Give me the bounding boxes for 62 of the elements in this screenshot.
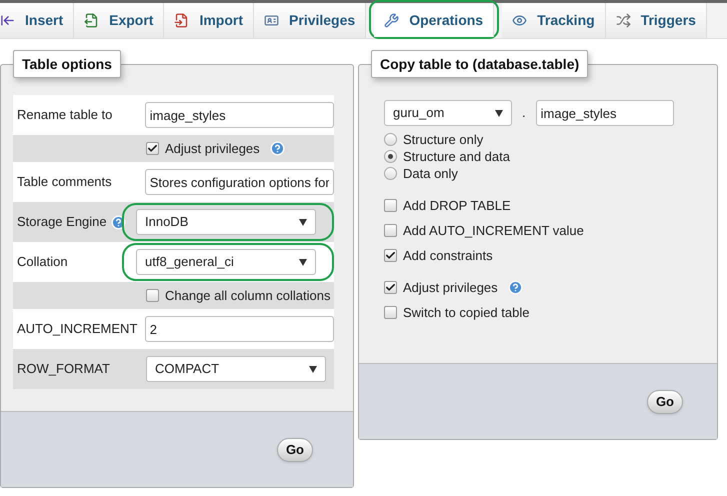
arrow-into-line-icon bbox=[0, 13, 15, 28]
dropdown-triangle-icon bbox=[299, 258, 307, 266]
field-label: Storage Engine bbox=[17, 213, 107, 232]
panel-heading: Copy table to (database.table) bbox=[371, 50, 588, 78]
checkbox[interactable] bbox=[146, 289, 159, 302]
dropdown[interactable]: COMPACT bbox=[146, 356, 326, 382]
checkbox-label: Adjust privileges bbox=[403, 278, 498, 297]
dropdown[interactable]: utf8_general_ci bbox=[136, 249, 316, 275]
tab[interactable]: Tracking bbox=[502, 3, 606, 38]
table-name-field[interactable]: image_styles bbox=[536, 100, 674, 126]
id-card-icon bbox=[264, 13, 280, 28]
checkbox[interactable] bbox=[384, 249, 397, 262]
dropdown-triangle-icon bbox=[495, 110, 503, 116]
checkmark-icon bbox=[147, 143, 158, 154]
database-dropdown[interactable]: guru_om bbox=[384, 100, 512, 126]
separator-dot: . bbox=[522, 104, 526, 122]
checkbox[interactable] bbox=[146, 142, 159, 155]
eye-icon bbox=[512, 13, 528, 28]
tab[interactable]: Privileges bbox=[254, 3, 366, 38]
dropdown-triangle-icon bbox=[299, 218, 307, 226]
checkbox-label: Add AUTO_INCREMENT value bbox=[403, 222, 584, 240]
go-button[interactable]: Go bbox=[276, 438, 313, 462]
shuffle-arrows-icon bbox=[616, 13, 631, 28]
checkbox[interactable] bbox=[384, 306, 397, 319]
checkbox-label: Add DROP TABLE bbox=[403, 196, 511, 215]
checkbox-label: Adjust privileges bbox=[165, 140, 260, 158]
radio-label: Structure and data bbox=[403, 148, 510, 166]
field-label: Table comments bbox=[17, 173, 112, 192]
tab[interactable]: Export bbox=[74, 3, 164, 38]
tab[interactable]: Insert bbox=[0, 3, 74, 38]
panel-heading: Table options bbox=[13, 50, 121, 78]
dropdown-triangle-icon bbox=[309, 366, 317, 372]
text-field[interactable]: 2 bbox=[144, 316, 334, 342]
checkmark-icon bbox=[385, 250, 396, 261]
radio-button[interactable] bbox=[384, 167, 397, 180]
checkbox[interactable] bbox=[384, 224, 397, 237]
help-icon[interactable] bbox=[508, 280, 523, 295]
field-label: ROW_FORMAT bbox=[17, 360, 110, 378]
checkbox[interactable] bbox=[384, 281, 397, 294]
field-label: Collation bbox=[17, 253, 68, 272]
field-label: AUTO_INCREMENT bbox=[17, 320, 138, 338]
dropdown[interactable]: InnoDB bbox=[136, 209, 316, 235]
field-label: Rename table to bbox=[17, 106, 112, 124]
go-button[interactable]: Go bbox=[646, 390, 683, 414]
radio-button[interactable] bbox=[384, 133, 397, 146]
checkmark-icon bbox=[385, 282, 396, 293]
document-arrow-icon bbox=[84, 13, 100, 28]
radio-label: Structure only bbox=[403, 130, 484, 149]
wrench-icon bbox=[384, 13, 400, 28]
help-icon[interactable] bbox=[270, 141, 285, 156]
tab[interactable]: Operations bbox=[374, 4, 494, 37]
checkbox-label: Add constraints bbox=[403, 246, 493, 265]
checkbox[interactable] bbox=[384, 199, 397, 212]
checkbox-label: Change all column collations bbox=[165, 286, 330, 305]
text-field[interactable]: Stores configuration options for bbox=[144, 169, 334, 195]
tab[interactable]: Import bbox=[164, 3, 254, 38]
checkbox-label: Switch to copied table bbox=[403, 304, 530, 322]
radio-button[interactable] bbox=[384, 150, 397, 163]
tab[interactable]: Triggers bbox=[606, 3, 707, 38]
radio-label: Data only bbox=[403, 164, 458, 183]
document-arrow-icon bbox=[174, 13, 190, 28]
text-field[interactable]: image_styles bbox=[144, 102, 334, 128]
